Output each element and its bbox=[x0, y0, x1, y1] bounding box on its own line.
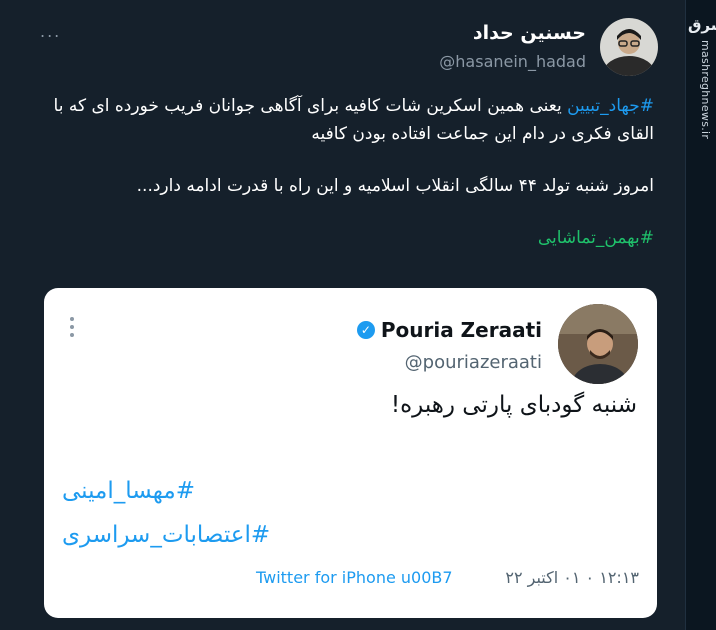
hashtag-jahad[interactable]: #جهاد_تبیین bbox=[567, 96, 654, 116]
more-options-icon[interactable]: ... bbox=[40, 22, 61, 41]
avatar-image bbox=[600, 18, 658, 76]
quoted-tweet-card[interactable]: ✓ Pouria Zeraati @pouriazeraati شنبه گود… bbox=[44, 288, 657, 618]
watermark-site: mashreghnews.ir bbox=[699, 40, 712, 140]
tweet-paragraph-2: امروز شنبه تولد ۴۴ سالگی انقلاب اسلامیه … bbox=[136, 176, 654, 196]
quoted-handle[interactable]: @pouriazeraati bbox=[405, 352, 542, 373]
tweet-paragraph-3: #بهمن_تماشایی bbox=[45, 224, 654, 252]
tweet-source-link[interactable]: Twitter for iPhone u00B7 bbox=[256, 568, 453, 587]
display-name[interactable]: حسنین حداد bbox=[473, 22, 586, 44]
quoted-display-name[interactable]: ✓ Pouria Zeraati bbox=[356, 318, 542, 342]
verified-badge-icon: ✓ bbox=[356, 321, 375, 339]
hashtag-bahman[interactable]: #بهمن_تماشایی bbox=[538, 228, 654, 248]
avatar[interactable] bbox=[600, 18, 658, 76]
hashtag-mahsa-amini[interactable]: #مهسا_امینی bbox=[62, 478, 195, 504]
user-handle[interactable]: @hasanein_hadad bbox=[439, 52, 586, 71]
watermark-strip: مشرق mashreghnews.ir bbox=[685, 0, 716, 630]
quoted-avatar-image bbox=[558, 304, 638, 384]
quoted-tweet-text: شنبه گودبای پارتی رهبره! bbox=[390, 392, 637, 418]
mashregh-logo: مشرق bbox=[688, 16, 716, 34]
tweet-timestamp: ۱۲:۱۳ ۰ ۰۱ اکتبر ۲۲ bbox=[505, 568, 639, 587]
quoted-name-text: Pouria Zeraati bbox=[380, 318, 542, 342]
tweet-paragraph-1: #جهاد_تبیین یعنی همین اسکرین شات کافیه ب… bbox=[45, 92, 654, 148]
tweet-line-1-text: یعنی همین اسکرین شات کافیه برای آگاهی جو… bbox=[53, 96, 654, 144]
quoted-avatar[interactable] bbox=[558, 304, 638, 384]
hashtag-nationwide-strikes[interactable]: #اعتصابات_سراسری bbox=[62, 522, 270, 548]
tweet-text: #جهاد_تبیین یعنی همین اسکرین شات کافیه ب… bbox=[45, 92, 654, 252]
more-options-vertical-icon[interactable] bbox=[68, 316, 76, 338]
